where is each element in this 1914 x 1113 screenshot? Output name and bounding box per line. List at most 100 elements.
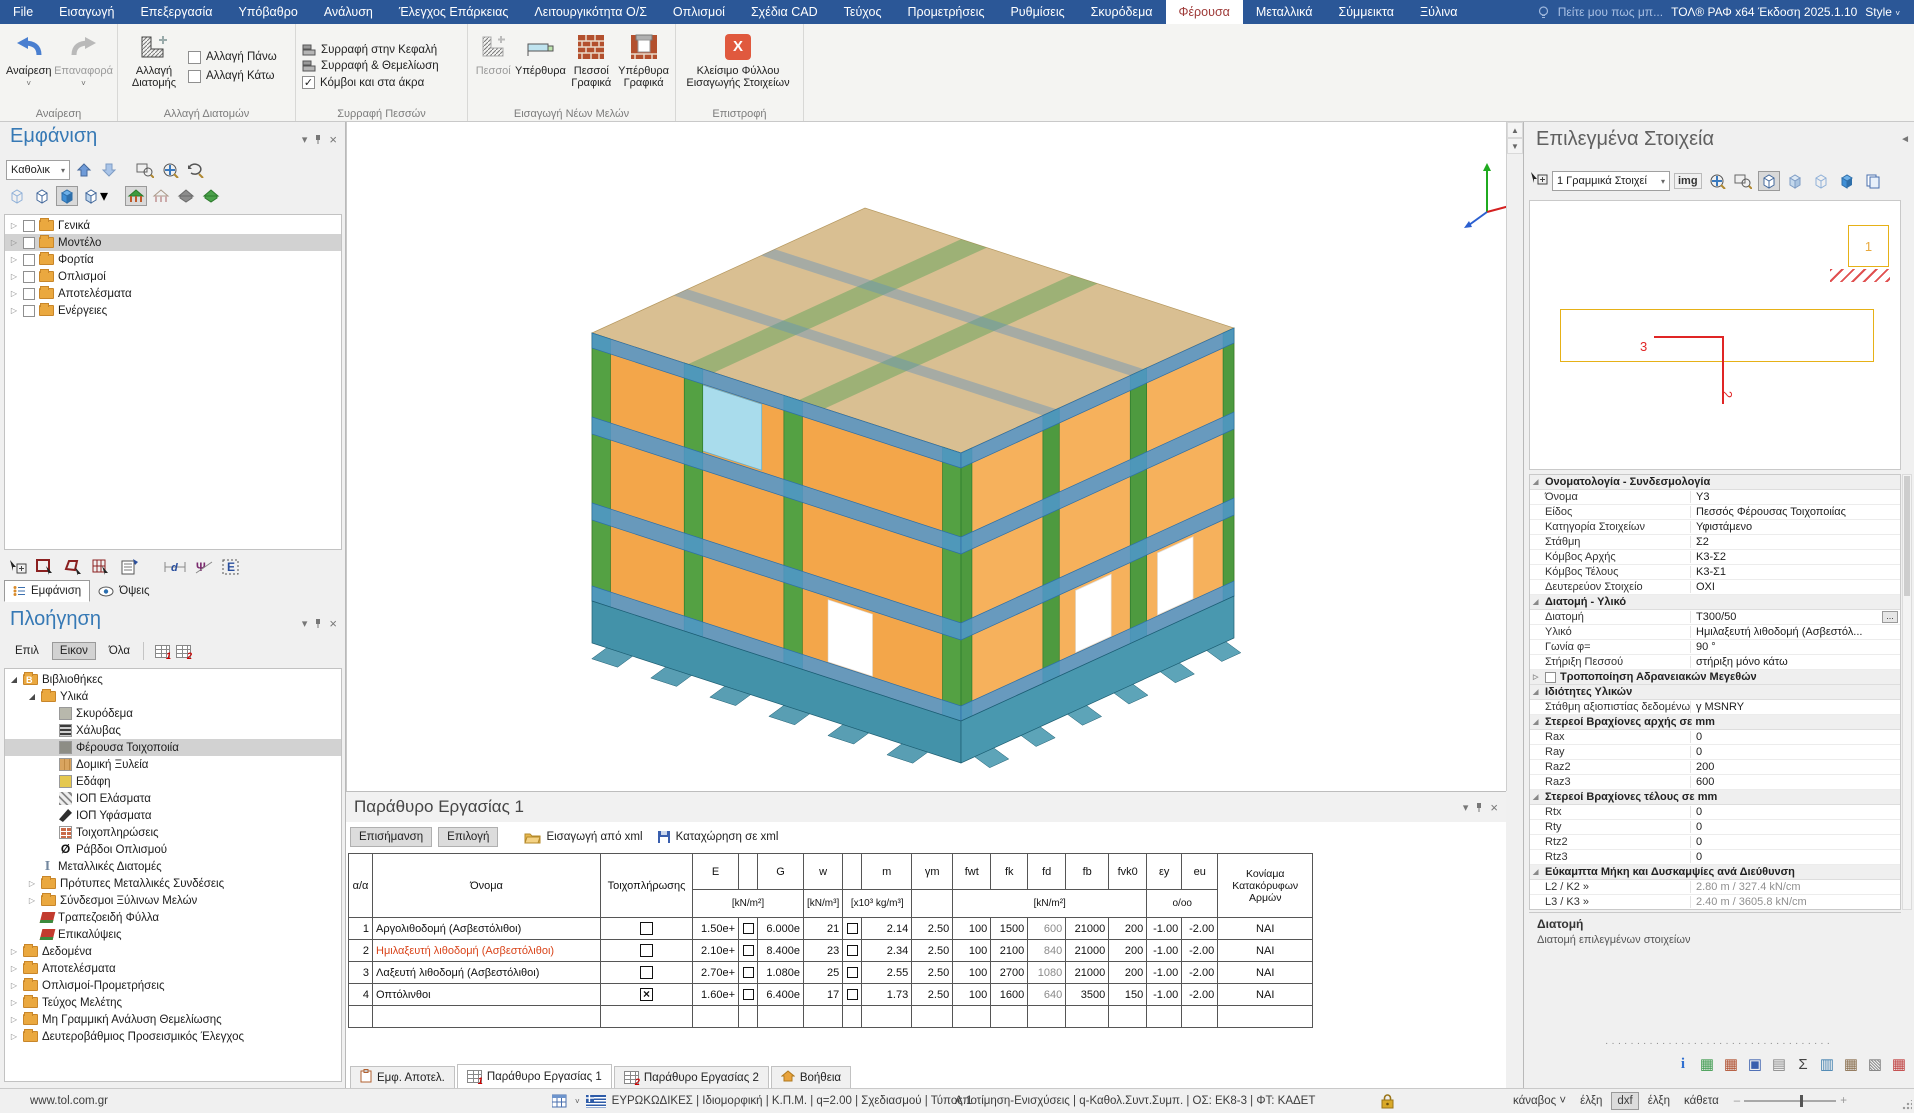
column-header[interactable]: γm	[912, 854, 953, 890]
property-row[interactable]: Rty0	[1530, 820, 1900, 835]
work-window-1-icon[interactable]: 1	[155, 645, 170, 658]
zoom-extents-icon[interactable]	[1706, 171, 1728, 191]
tree-item[interactable]: ▷Γενικά	[5, 217, 341, 234]
tree-expander-icon[interactable]: ▷	[27, 896, 37, 905]
work-window-2-icon[interactable]: 2	[176, 645, 191, 658]
properties-doc-icon[interactable]	[120, 558, 140, 581]
tree-item[interactable]: ▷Φορτία	[5, 251, 341, 268]
property-row[interactable]: ΔιατομήΤ300/50...	[1530, 610, 1900, 625]
panel-menu-icon[interactable]: ▾	[1463, 801, 1469, 814]
tree-expander-icon[interactable]: ▷	[9, 1015, 19, 1024]
property-row[interactable]: Κόμβος ΤέλουςΚ3-Σ1	[1530, 565, 1900, 580]
tab-clipboard[interactable]: Εμφ. Αποτελ.	[350, 1066, 455, 1088]
tree-item[interactable]: ▷Ενέργειες	[5, 302, 341, 319]
mortar-value[interactable]: ΝΑΙ	[1218, 940, 1313, 962]
tree-checkbox[interactable]	[23, 237, 35, 249]
column-header[interactable]: m	[862, 854, 912, 890]
m-value[interactable]: 1.73	[862, 984, 912, 1006]
G-value[interactable]: 6.400e	[758, 984, 804, 1006]
tree-expander-icon[interactable]: ▷	[9, 964, 19, 973]
sum-icon[interactable]: Σ	[1794, 1055, 1812, 1073]
property-value[interactable]: 0	[1690, 746, 1900, 758]
property-row[interactable]: Rtx0	[1530, 805, 1900, 820]
property-value[interactable]: Υ3	[1690, 491, 1900, 503]
eu-value[interactable]: -2.00	[1182, 940, 1218, 962]
mark-button[interactable]: Επισήμανση	[350, 827, 432, 847]
menu-item-Προμετρήσεις[interactable]: Προμετρήσεις	[895, 0, 998, 24]
tab-display[interactable]: Εμφάνιση	[4, 580, 90, 602]
close-icon[interactable]: ×	[329, 132, 337, 147]
property-group-header[interactable]: ◢Διατομή - Υλικό	[1530, 595, 1900, 610]
fwt-value[interactable]: 100	[953, 984, 991, 1006]
gamma-m-value[interactable]: 2.50	[912, 940, 953, 962]
property-group-header[interactable]: ◢Εύκαμπτα Μήκη και Δυσκαμψίες ανά Διεύθυ…	[1530, 865, 1900, 880]
gamma-m-value[interactable]: 2.50	[912, 984, 953, 1006]
E-value[interactable]: 1.60e+	[693, 984, 739, 1006]
menu-item-Ανάλυση[interactable]: Ανάλυση	[311, 0, 386, 24]
scroll-up-icon[interactable]: ▲	[1507, 122, 1523, 138]
tab-views[interactable]: Όψεις	[90, 580, 157, 602]
column-header[interactable]: fk	[991, 854, 1028, 890]
tab-home[interactable]: Βοήθεια	[771, 1066, 851, 1088]
gamma-m-value[interactable]: 2.50	[912, 962, 953, 984]
column-header[interactable]	[739, 854, 758, 890]
nav-tree-item[interactable]: Εδάφη	[5, 773, 341, 790]
fvk0-value[interactable]: 200	[1109, 918, 1147, 940]
zoom-extents-icon[interactable]	[159, 160, 181, 180]
caret-icon[interactable]: ◢	[1533, 793, 1541, 801]
copy-icon[interactable]	[1862, 171, 1884, 191]
table-row[interactable]: 4Οπτόλινθοι×1.60e+6.400e171.732.50100160…	[349, 984, 1313, 1006]
tree-expander-icon[interactable]: ◢	[27, 692, 37, 701]
property-row[interactable]: L3 / K3 »2.40 m / 3605.8 kN/cm	[1530, 895, 1900, 910]
property-row[interactable]: Raz3600	[1530, 775, 1900, 790]
property-row[interactable]: Rtz30	[1530, 850, 1900, 865]
flag-checkbox[interactable]	[743, 945, 754, 956]
column-header[interactable]: [kN/m²]	[953, 890, 1147, 918]
nav-tree-item[interactable]: Τραπεζοειδή Φύλλα	[5, 909, 341, 926]
tree-expander-icon[interactable]: ▷	[9, 947, 19, 956]
fwt-value[interactable]: 100	[953, 918, 991, 940]
lintels-graphic-button[interactable]: Υπέρθυρα Γραφικά	[618, 28, 669, 105]
change-top-checkbox[interactable]: Αλλαγή Πάνω	[188, 51, 277, 64]
mortar-value[interactable]: ΝΑΙ	[1218, 962, 1313, 984]
grid-green-icon[interactable]: ▦	[1698, 1055, 1716, 1073]
nav-tree-item[interactable]: Τοιχοπληρώσεις	[5, 824, 341, 841]
menu-item-Σχέδια CAD[interactable]: Σχέδια CAD	[738, 0, 831, 24]
pin-icon[interactable]	[1474, 802, 1484, 813]
move-down-icon[interactable]	[98, 160, 120, 180]
tree-expander-icon[interactable]: ▷	[9, 1032, 19, 1041]
property-group-header[interactable]: ▷Τροποποίηση Αδρανειακών Μεγεθών	[1530, 670, 1900, 685]
w-value[interactable]: 23	[804, 940, 843, 962]
nav-tree-item[interactable]: ▷Πρότυπες Μεταλλικές Συνδέσεις	[5, 875, 341, 892]
tree-checkbox[interactable]	[23, 271, 35, 283]
property-row[interactable]: Στήριξη Πεσσούστήριξη μόνο κάτω	[1530, 655, 1900, 670]
zoom-window-icon[interactable]	[1732, 171, 1754, 191]
dimension-icon[interactable]: d	[164, 560, 186, 579]
fk-value[interactable]: 1500	[991, 918, 1028, 940]
assessment-status-text[interactable]: Αποτίμηση-Ενισχύσεις | q-Καθολ.Συντ.Συμπ…	[955, 1095, 1315, 1107]
w-value[interactable]: 25	[804, 962, 843, 984]
solid-cube-icon[interactable]	[56, 186, 78, 206]
caret-icon[interactable]: ◢	[1533, 688, 1541, 696]
caret-icon[interactable]: ◢	[1533, 598, 1541, 606]
panel-splitter-dots[interactable]: ····································	[1524, 1038, 1914, 1049]
column-header[interactable]: Όνομα	[373, 854, 601, 918]
property-value[interactable]: Κ3-Σ1	[1690, 566, 1900, 578]
property-value[interactable]: Κ3-Σ2	[1690, 551, 1900, 563]
nav-tree-item[interactable]: ▷Μη Γραμμική Ανάλυση Θεμελίωσης	[5, 1011, 341, 1028]
property-grid-scrollbar[interactable]	[1902, 474, 1912, 910]
zoom-rotate-icon[interactable]	[184, 160, 206, 180]
hiddenline-cube-icon[interactable]	[1758, 171, 1780, 191]
nav-tree-item[interactable]: Φέρουσα Τοιχοποιία	[5, 739, 341, 756]
property-value[interactable]: 2.80 m / 327.4 kN/cm	[1690, 881, 1900, 893]
infill-checkbox[interactable]	[640, 966, 653, 979]
property-value[interactable]: 600	[1690, 776, 1900, 788]
column-header[interactable]	[843, 854, 862, 890]
property-row[interactable]: Γωνία φ=90 °	[1530, 640, 1900, 655]
toggle-κάθετα[interactable]: κάθετα	[1679, 1093, 1724, 1109]
G-value[interactable]: 6.000e	[758, 918, 804, 940]
nav-tab-icons[interactable]: Εικον	[52, 642, 96, 660]
tree-expander-icon[interactable]: ▷	[9, 272, 19, 281]
menu-item-Επεξεργασία[interactable]: Επεξεργασία	[127, 0, 225, 24]
copy-grid-icon[interactable]: ▧	[1866, 1055, 1884, 1073]
